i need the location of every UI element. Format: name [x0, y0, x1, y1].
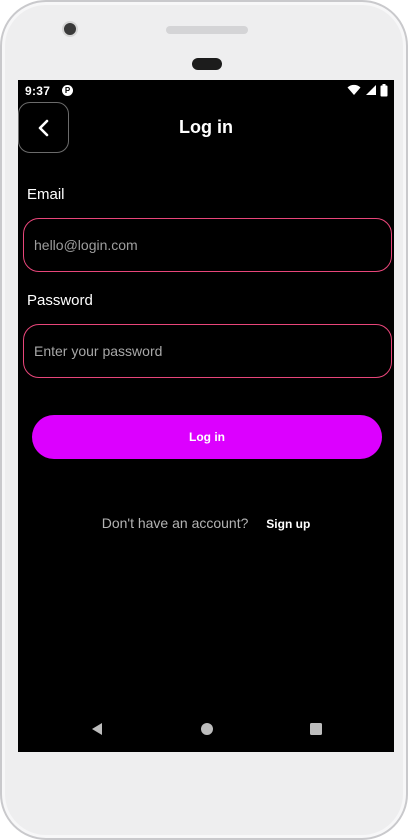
- password-field[interactable]: [23, 324, 392, 378]
- email-field[interactable]: [23, 218, 392, 272]
- back-triangle-icon[interactable]: [90, 722, 104, 736]
- wifi-icon: [347, 84, 361, 95]
- signal-icon: [365, 85, 376, 95]
- recents-square-icon[interactable]: [309, 722, 323, 736]
- phone-frame: 9:37 P Log in Email Pas: [0, 0, 408, 840]
- signup-row: Don't have an account? Sign up: [18, 515, 394, 531]
- email-label: Email: [27, 186, 65, 203]
- page-title: Log in: [179, 117, 233, 137]
- proximity-sensor: [192, 58, 222, 70]
- front-camera: [62, 21, 78, 37]
- system-icons: [347, 84, 388, 98]
- login-button[interactable]: Log in: [32, 415, 382, 459]
- signup-link[interactable]: Sign up: [266, 517, 310, 531]
- password-label: Password: [27, 292, 93, 309]
- earpiece-speaker: [166, 26, 248, 34]
- signup-question: Don't have an account?: [101, 515, 249, 531]
- status-bar: 9:37 P: [18, 80, 394, 102]
- status-time: 9:37: [25, 84, 51, 98]
- home-circle-icon[interactable]: [200, 722, 214, 736]
- battery-icon: [380, 84, 388, 97]
- android-nav-bar: [18, 710, 394, 750]
- app-notification-icon: P: [62, 85, 73, 96]
- app-screen: 9:37 P Log in Email Pas: [18, 80, 394, 752]
